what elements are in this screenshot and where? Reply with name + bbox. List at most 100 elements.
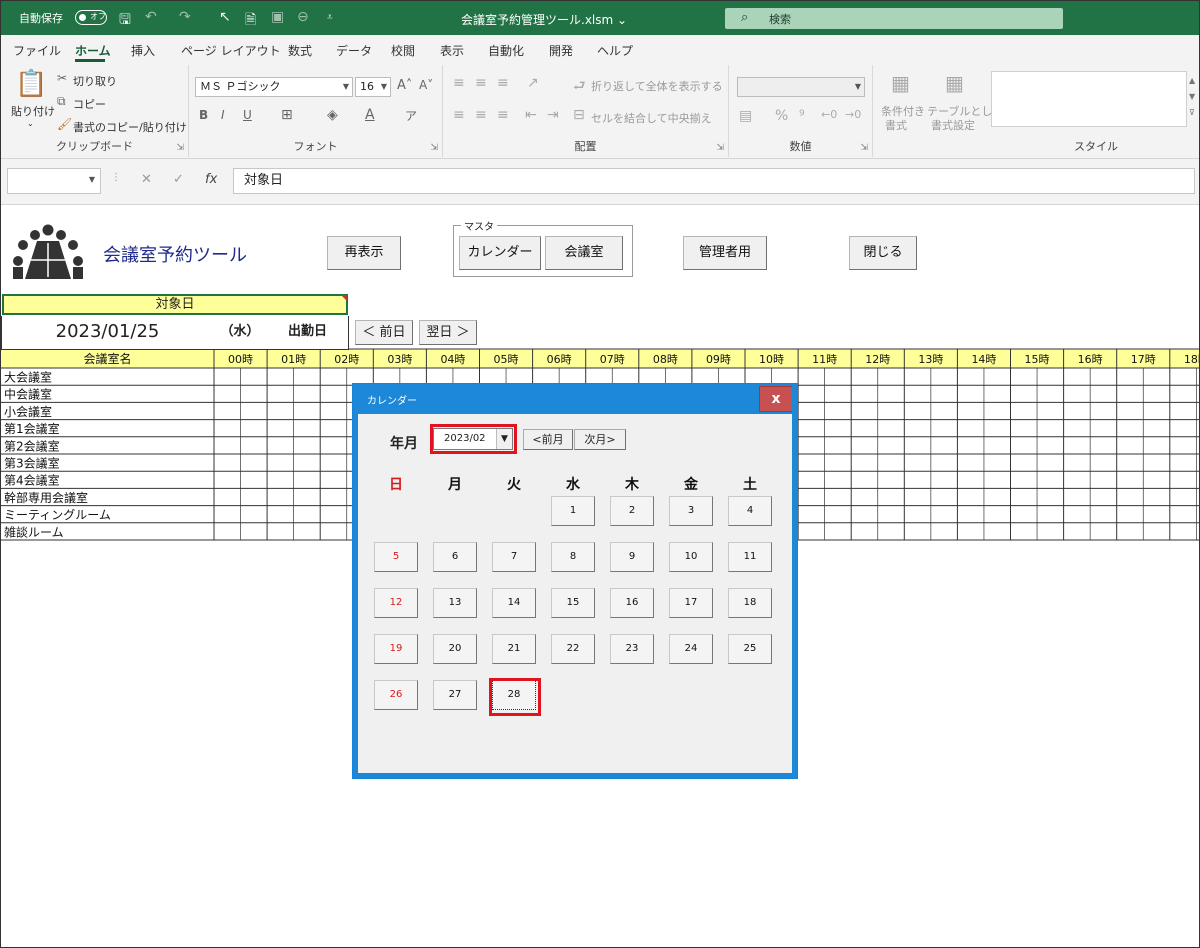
prev-month-button[interactable]: <前月 — [523, 429, 573, 450]
phonetic-icon[interactable]: ア — [405, 107, 417, 124]
formula-input[interactable]: 対象日 — [233, 168, 1195, 194]
align-center-icon[interactable]: ≡ — [475, 107, 487, 123]
wrap-text-button[interactable]: 折り返して全体を表示する — [591, 78, 723, 94]
close-button[interactable]: 閉じる — [849, 236, 917, 270]
window-title[interactable]: 会議室予約管理ツール.xlsm ⌄ — [461, 11, 627, 28]
increase-indent-icon[interactable]: ⇥ — [547, 107, 559, 123]
name-box[interactable]: ▼ — [7, 168, 101, 194]
room-name-cell[interactable]: 大会議室 — [4, 370, 52, 385]
copy-button[interactable]: コピー — [73, 96, 106, 112]
dialog-launcher-icon[interactable]: ⇲ — [430, 143, 438, 153]
room-name-cell[interactable]: 第4会議室 — [4, 473, 60, 488]
fill-color-icon[interactable]: ◈ — [327, 107, 338, 123]
paste-icon[interactable]: 📋 — [15, 69, 47, 99]
customize-qat-icon[interactable]: ⩡ — [327, 12, 333, 23]
cut-button[interactable]: 切り取り — [73, 73, 117, 89]
tab-home[interactable]: ホーム — [75, 42, 111, 59]
align-middle-icon[interactable]: ≡ — [475, 75, 487, 91]
day-button-2[interactable]: 2 — [610, 496, 654, 526]
day-button-7[interactable]: 7 — [492, 542, 536, 572]
tab-review[interactable]: 校閲 — [391, 42, 415, 59]
font-size-select[interactable]: 16 ▼ — [355, 77, 391, 97]
dialog-launcher-icon[interactable]: ⇲ — [860, 143, 868, 153]
room-name-cell[interactable]: 第2会議室 — [4, 438, 60, 453]
font-color-icon[interactable]: A — [365, 107, 375, 123]
day-button-20[interactable]: 20 — [433, 634, 477, 664]
day-button-5[interactable]: 5 — [374, 542, 418, 572]
day-button-13[interactable]: 13 — [433, 588, 477, 618]
align-bottom-icon[interactable]: ≡ — [497, 75, 509, 91]
undo-icon[interactable]: ↶ — [145, 9, 157, 25]
number-format-select[interactable]: ▼ — [737, 77, 865, 97]
day-button-14[interactable]: 14 — [492, 588, 536, 618]
document-icon[interactable]: 🗎 — [245, 9, 256, 33]
bold-icon[interactable]: B — [199, 108, 208, 122]
day-button-4[interactable]: 4 — [728, 496, 772, 526]
room-name-cell[interactable]: 第1会議室 — [4, 421, 60, 436]
day-button-25[interactable]: 25 — [728, 634, 772, 664]
room-name-cell[interactable]: 雑談ルーム — [4, 524, 64, 539]
underline-icon[interactable]: U — [243, 108, 252, 122]
admin-button[interactable]: 管理者用 — [683, 236, 767, 270]
comma-style-icon[interactable]: ⁹ — [799, 108, 805, 124]
day-button-24[interactable]: 24 — [669, 634, 713, 664]
decrease-decimal-icon[interactable]: →0 — [845, 108, 861, 121]
orientation-icon[interactable]: ↗ — [527, 75, 539, 91]
search-box[interactable]: ⌕ 検索 — [725, 8, 1063, 29]
align-left-icon[interactable]: ≡ — [453, 107, 465, 123]
day-button-17[interactable]: 17 — [669, 588, 713, 618]
next-month-button[interactable]: 次月> — [574, 429, 626, 450]
decrease-font-icon[interactable]: A˅ — [419, 78, 433, 92]
day-button-27[interactable]: 27 — [433, 680, 477, 710]
accounting-format-icon[interactable]: ▤ — [739, 108, 752, 124]
pointer-icon[interactable]: ↖ — [219, 9, 231, 25]
day-button-15[interactable]: 15 — [551, 588, 595, 618]
format-painter-button[interactable]: 書式のコピー/貼り付け — [73, 119, 187, 135]
room-name-cell[interactable]: 小会議室 — [4, 404, 52, 419]
day-button-6[interactable]: 6 — [433, 542, 477, 572]
increase-decimal-icon[interactable]: ←0 — [821, 108, 837, 121]
font-name-select[interactable]: ＭＳ Ｐゴシック ▼ — [195, 77, 353, 97]
target-date-value[interactable]: 2023/01/25 — [1, 316, 214, 350]
tab-formulas[interactable]: 数式 — [288, 42, 312, 59]
lock-icon[interactable]: ⊖ — [297, 9, 309, 25]
next-day-button[interactable]: 翌日 ＞ — [419, 320, 477, 345]
enter-icon[interactable]: ✓ — [173, 172, 184, 187]
insert-function-icon[interactable]: fx — [205, 172, 217, 187]
room-name-cell[interactable]: 幹部専用会議室 — [4, 490, 88, 505]
day-button-12[interactable]: 12 — [374, 588, 418, 618]
percent-icon[interactable]: % — [775, 108, 788, 124]
tab-developer[interactable]: 開発 — [549, 42, 573, 59]
redo-icon[interactable]: ↷ — [179, 9, 191, 25]
autosave-toggle[interactable]: オフ — [75, 10, 107, 25]
day-button-23[interactable]: 23 — [610, 634, 654, 664]
day-button-16[interactable]: 16 — [610, 588, 654, 618]
save-icon[interactable]: 🖫 — [119, 9, 131, 33]
day-button-11[interactable]: 11 — [728, 542, 772, 572]
refresh-button[interactable]: 再表示 — [327, 236, 401, 270]
format-as-table-line2[interactable]: 書式設定 — [931, 117, 975, 133]
cancel-icon[interactable]: ✕ — [141, 172, 152, 187]
tab-view[interactable]: 表示 — [440, 42, 464, 59]
target-date-label[interactable]: 対象日 — [2, 294, 348, 315]
day-button-22[interactable]: 22 — [551, 634, 595, 664]
room-name-cell[interactable]: 中会議室 — [4, 387, 52, 402]
align-top-icon[interactable]: ≡ — [453, 75, 465, 91]
day-button-19[interactable]: 19 — [374, 634, 418, 664]
tab-automate[interactable]: 自動化 — [488, 42, 524, 59]
cell-styles-gallery[interactable] — [991, 71, 1187, 127]
increase-font-icon[interactable]: A˄ — [397, 78, 412, 93]
decrease-indent-icon[interactable]: ⇤ — [525, 107, 537, 123]
paste-dropdown-icon[interactable]: ⌄ — [27, 119, 34, 128]
dialog-launcher-icon[interactable]: ⇲ — [176, 143, 184, 153]
merge-center-button[interactable]: セルを結合して中央揃え — [591, 110, 712, 126]
dialog-close-button[interactable]: x — [759, 386, 793, 412]
italic-icon[interactable]: I — [221, 108, 225, 122]
day-button-8[interactable]: 8 — [551, 542, 595, 572]
day-button-10[interactable]: 10 — [669, 542, 713, 572]
room-name-cell[interactable]: ミーティングルーム — [4, 508, 111, 522]
tab-data[interactable]: データ — [336, 42, 372, 59]
border-icon[interactable]: ⊞ — [281, 107, 293, 123]
room-master-button[interactable]: 会議室 — [545, 236, 623, 270]
image-icon[interactable]: ▣ — [271, 9, 284, 25]
